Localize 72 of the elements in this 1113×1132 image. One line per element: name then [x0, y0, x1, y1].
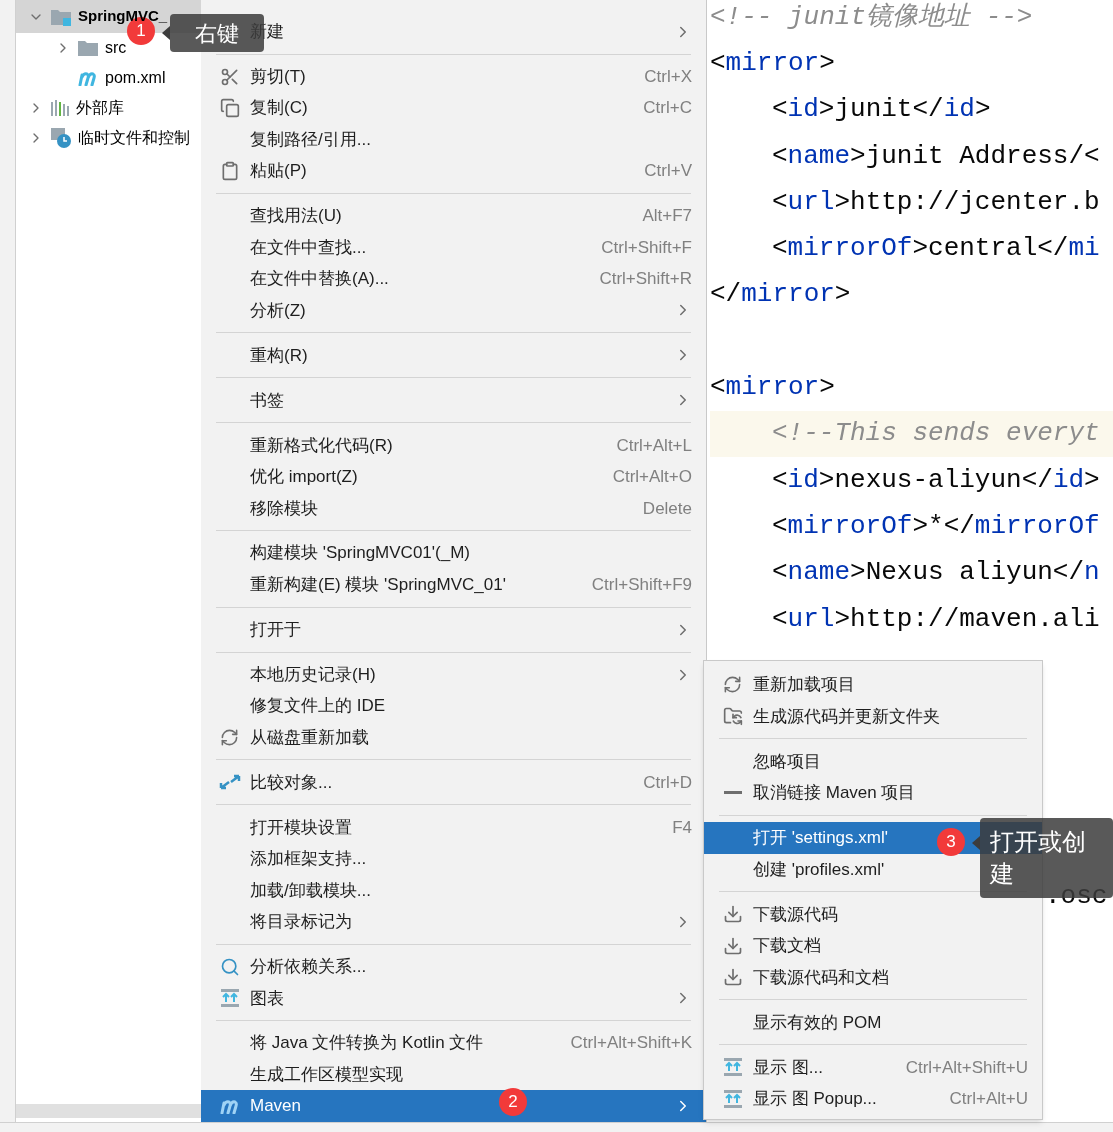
shortcut-label: Ctrl+V [644, 160, 692, 183]
menu-label: 生成工作区模型实现 [250, 1063, 403, 1086]
menu-label: 在文件中查找... [250, 236, 367, 259]
menu-label: 比较对象... [250, 771, 333, 794]
code-line: </mirror> [710, 278, 852, 312]
menu-label: 本地历史记录(H) [250, 663, 376, 686]
menu-label: 打开于 [250, 618, 301, 641]
menu-label: 图表 [250, 987, 284, 1010]
menu-label: 粘贴(P) [250, 160, 307, 183]
shortcut-label: Ctrl+C [643, 97, 692, 120]
menu-label: 显示 图 Popup... [753, 1088, 877, 1110]
menu-label: 重新格式化代码(R) [250, 434, 393, 457]
shortcut-label: Ctrl+Alt+Shift+U [905, 1056, 1028, 1079]
menu-label: 将目录标记为 [250, 911, 352, 934]
shortcut-label: Alt+F7 [642, 205, 692, 228]
menu-label: 下载文档 [753, 935, 821, 957]
shortcut-label: Ctrl+X [644, 65, 692, 88]
shortcut-label: Ctrl+Alt+L [616, 434, 692, 457]
code-line: <mirrorOf>central</mi [771, 232, 1101, 266]
menu-label: 显示 图... [753, 1056, 823, 1079]
menu-label: 在文件中替换(A)... [250, 268, 389, 291]
menu-label: 加载/卸载模块... [250, 879, 371, 902]
menu-label: 复制路径/引用... [250, 128, 371, 151]
menu-label: 重新加载项目 [753, 674, 855, 696]
code-line: <url>http://jcenter.b [771, 185, 1101, 219]
menu-label: 分析依赖关系... [250, 956, 367, 979]
menu-label: 复制(C) [250, 97, 308, 120]
code-line: <!-- junit镜像地址 --> [710, 0, 1034, 34]
menu-label: 将 Java 文件转换为 Kotlin 文件 [250, 1032, 484, 1055]
shortcut-label: Delete [642, 497, 692, 520]
menu-label: 分析(Z) [250, 299, 306, 322]
menu-label: 显示有效的 POM [753, 1011, 882, 1034]
shortcut-label: Ctrl+Alt+O [612, 466, 692, 489]
menu-label: 打开模块设置 [250, 816, 352, 839]
menu-label: 添加框架支持... [250, 848, 367, 871]
menu-label: 构建模块 'SpringMVC01'(_M) [250, 542, 470, 565]
code-line: <url>http://maven.ali [771, 602, 1101, 636]
code-line: <id>junit</id> [771, 93, 992, 127]
menu-label: Maven [250, 1095, 302, 1118]
tree-label: pom.xml [105, 68, 166, 88]
menu-label: 忽略项目 [753, 750, 821, 773]
menu-label: 修复文件上的 IDE [250, 695, 386, 718]
menu-label: 从磁盘重新加载 [250, 726, 369, 749]
code-line: <mirrorOf>*</mirrorOf [771, 509, 1101, 543]
menu-label: 书签 [250, 389, 284, 412]
shortcut-label: Ctrl+D [643, 771, 692, 794]
menu-label: 移除模块 [250, 497, 318, 520]
menu-label: 下载源代码和文档 [753, 966, 889, 989]
menu-label: 取消链接 Maven 项目 [753, 782, 916, 804]
code-line: <id>nexus-aliyun</id> [771, 463, 1101, 497]
tree-label: 外部库 [76, 98, 124, 118]
code-line: <name>Nexus aliyun</n [771, 556, 1101, 590]
tree-label: src [105, 38, 127, 58]
code-line: <name>junit Address/< [771, 139, 1101, 173]
menu-label: 生成源代码并更新文件夹 [753, 705, 940, 728]
tree-label: 临时文件和控制 [78, 128, 190, 148]
shortcut-label: F4 [672, 816, 692, 839]
menu-label: 下载源代码 [753, 903, 838, 926]
menu-label: 优化 import(Z) [250, 466, 358, 489]
menu-label: 重构(R) [250, 344, 308, 367]
shortcut-label: Ctrl+Shift+F9 [591, 573, 692, 596]
tree-label: SpringMVC_ [78, 6, 168, 25]
shortcut-label: Ctrl+Alt+Shift+K [570, 1032, 692, 1055]
code-line: <mirror> [710, 371, 836, 404]
shortcut-label: Ctrl+Shift+F [601, 236, 692, 259]
shortcut-label: Ctrl+Alt+U [949, 1088, 1028, 1110]
menu-label: 重新构建(E) 模块 'SpringMVC_01' [250, 573, 506, 596]
menu-label: 打开 'settings.xml' [753, 827, 888, 849]
menu-label: 查找用法(U) [250, 205, 342, 228]
code-line: <mirror> [710, 46, 836, 80]
menu-label: 剪切(T) [250, 65, 306, 88]
shortcut-label: Ctrl+Shift+R [599, 268, 692, 291]
